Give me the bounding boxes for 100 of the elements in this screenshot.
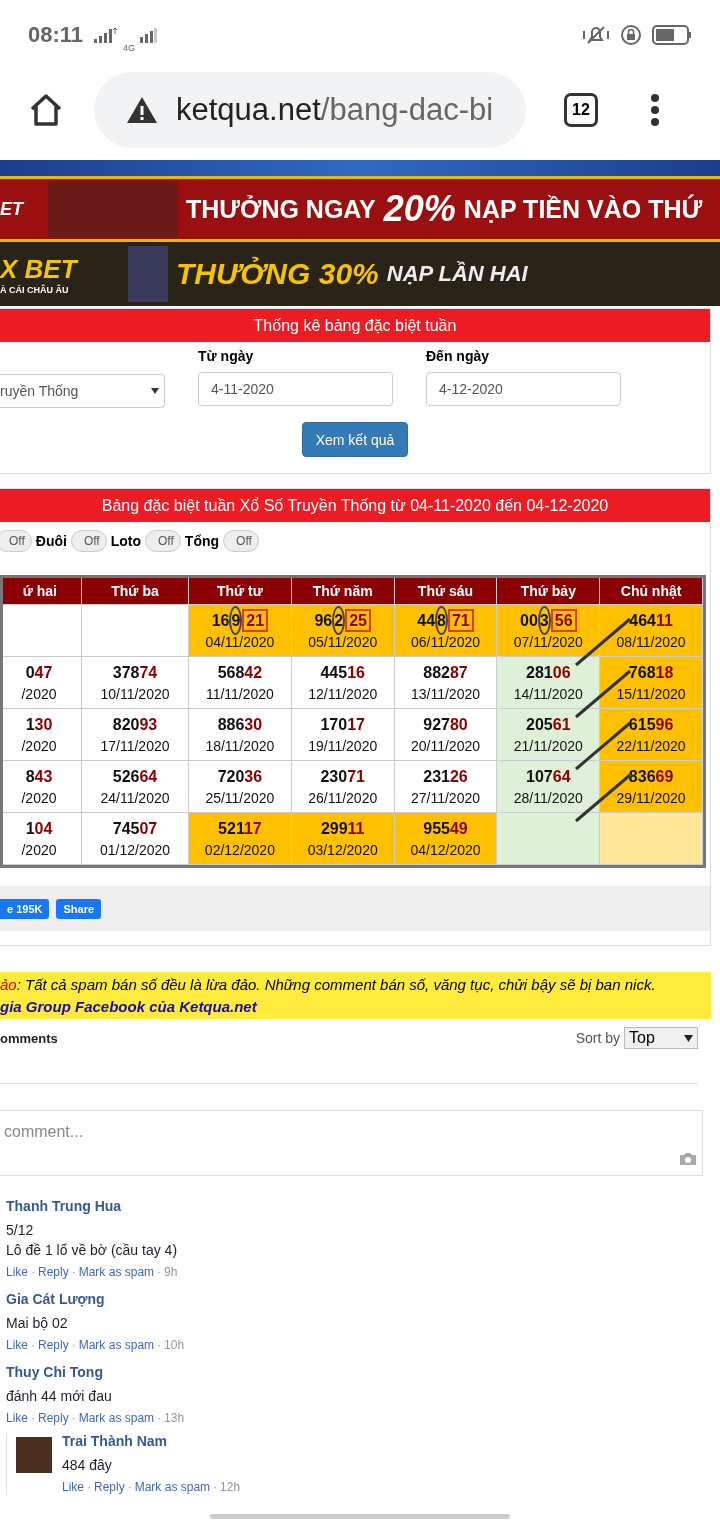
banner-headline: THƯỞNG 30% xyxy=(176,257,379,291)
action-link[interactable]: Mark as spam xyxy=(78,1265,155,1279)
to-date-field[interactable]: 4-12-2020 xyxy=(426,372,621,406)
comment-time: 13h xyxy=(164,1411,185,1425)
result-date: 07/11/2020 xyxy=(512,633,584,650)
result-digits: 0 xyxy=(25,663,35,681)
menu-button[interactable] xyxy=(650,93,660,127)
result-digits: 464 xyxy=(629,611,656,629)
result-date: 21/11/2020 xyxy=(512,737,584,754)
circled-digit: 8 xyxy=(435,605,448,635)
column-header: Chủ nhật xyxy=(600,578,703,605)
group-link[interactable]: gia Group Facebook của Ketqua.net xyxy=(0,996,711,1017)
type-select[interactable]: ruyền Thống xyxy=(0,374,165,408)
action-link[interactable]: Reply xyxy=(38,1411,69,1425)
result-tail-digits: 80 xyxy=(449,715,468,733)
action-link[interactable]: Mark as spam xyxy=(78,1411,155,1425)
result-digits: 00 xyxy=(520,611,538,629)
comment-time: 12h xyxy=(220,1480,241,1494)
result-date: 25/11/2020 xyxy=(204,789,276,806)
action-link[interactable]: Mark as spam xyxy=(134,1480,211,1494)
clock: 08:11 xyxy=(28,22,84,48)
banner-text: NẠP TIỀN VÀO THỨ xyxy=(463,194,703,224)
toggle-label: Đuôi xyxy=(35,533,67,549)
comment-time: 10h xyxy=(164,1338,185,1352)
column-header: ứ hai xyxy=(3,578,82,605)
result-digits: 720 xyxy=(217,767,245,785)
result-digits: 281 xyxy=(526,663,553,681)
result-tail-digits: 42 xyxy=(244,663,263,681)
author-name[interactable]: Thanh Trung Hua xyxy=(6,1198,178,1214)
result-digits: 568 xyxy=(217,663,245,681)
author-name[interactable]: Trai Thành Nam xyxy=(62,1433,241,1449)
separator-dot: · xyxy=(71,1265,76,1279)
tab-count-button[interactable]: 12 xyxy=(564,93,598,127)
result-date: /2020 xyxy=(20,841,58,858)
like-button[interactable]: e 195K xyxy=(0,898,50,919)
separator-dot: · xyxy=(31,1338,35,1352)
comment-time: 9h xyxy=(164,1265,178,1279)
avatar-placeholder xyxy=(16,1437,52,1473)
submit-button[interactable]: Xem kết quả xyxy=(301,422,409,457)
author-name[interactable]: Thuy Chi Tong xyxy=(6,1364,185,1380)
separator-dot: · xyxy=(157,1265,162,1279)
result-tail-digits: 04 xyxy=(34,819,53,837)
result-digits: 768 xyxy=(628,663,656,681)
toggle-switch[interactable]: Off xyxy=(0,530,32,552)
author-name[interactable]: Gia Cát Lượng xyxy=(6,1291,185,1307)
result-date: 28/11/2020 xyxy=(512,789,584,806)
sort-select[interactable]: Top xyxy=(624,1027,698,1049)
result-digits: 820 xyxy=(112,715,140,733)
home-button[interactable] xyxy=(28,92,64,128)
from-date-field[interactable]: 4-11-2020 xyxy=(198,372,393,406)
result-date: 13/11/2020 xyxy=(409,685,481,702)
network-type: 4G xyxy=(123,43,136,53)
signal-icon xyxy=(139,27,158,43)
toggle-switch[interactable]: Off xyxy=(145,530,181,552)
action-link[interactable]: Like xyxy=(6,1338,28,1352)
action-link[interactable]: Like xyxy=(6,1265,28,1279)
result-date: 15/11/2020 xyxy=(615,685,687,702)
result-date: 29/11/2020 xyxy=(615,789,687,806)
result-date: 26/11/2020 xyxy=(307,789,379,806)
action-link[interactable]: Like xyxy=(6,1411,28,1425)
ad-banner[interactable]: ET THƯỞNG NGAY 20% NẠP TIỀN VÀO THỨ xyxy=(0,176,720,242)
address-bar[interactable]: ketqua.net/bang-dac-bi xyxy=(94,72,526,148)
muted-bell-icon xyxy=(582,24,610,46)
action-link[interactable]: Reply xyxy=(38,1338,69,1352)
result-tail-digits: 61 xyxy=(552,715,571,733)
warning-icon xyxy=(126,96,158,124)
boxed-digits: 21 xyxy=(242,608,269,632)
panel-title: Bảng đặc biệt tuần Xổ Số Truyền Thống từ 04-11-2020 đến 04-12-2020 xyxy=(0,489,710,522)
result-digits: 8 xyxy=(25,767,35,785)
toggle-switch[interactable]: Off xyxy=(223,530,259,552)
toggle-label: Loto xyxy=(110,533,142,549)
comment-field[interactable]: comment... xyxy=(0,1110,703,1176)
result-tail-digits: 18 xyxy=(655,663,674,681)
separator-dot: · xyxy=(71,1411,76,1425)
action-link[interactable]: Reply xyxy=(94,1480,125,1494)
result-tail-digits: 74 xyxy=(139,663,158,681)
result-digits: 745 xyxy=(112,819,140,837)
result-digits: 230 xyxy=(320,767,348,785)
result-date: 24/11/2020 xyxy=(99,789,171,806)
action-link[interactable]: Mark as spam xyxy=(78,1338,155,1352)
result-date: /2020 xyxy=(20,789,58,806)
action-link[interactable]: Like xyxy=(62,1480,84,1494)
column-header: Thứ ba xyxy=(82,578,189,605)
column-header: Thứ năm xyxy=(291,578,395,605)
banner-tagline: À CÁI CHÂU ÂU xyxy=(0,284,70,295)
camera-icon xyxy=(679,1152,697,1166)
action-link[interactable]: Reply xyxy=(38,1265,69,1279)
result-digits: 107 xyxy=(526,767,553,785)
banner-text: NẠP LẦN HAI xyxy=(386,261,528,287)
sort-label: Sort by xyxy=(575,1030,620,1046)
toggle-switch[interactable]: Off xyxy=(70,530,107,552)
comment-text: đánh 44 mới đau xyxy=(6,1387,113,1406)
field-label: Từ ngày xyxy=(198,348,255,364)
result-tail-digits: 87 xyxy=(449,663,468,681)
comment-text: Mai bộ 02 xyxy=(6,1314,69,1333)
result-tail-digits: 47 xyxy=(34,663,53,681)
share-button[interactable]: Share xyxy=(56,898,102,919)
separator-dot: · xyxy=(157,1411,162,1425)
comment-count: omments xyxy=(0,1030,58,1046)
separator-dot: · xyxy=(71,1338,76,1352)
